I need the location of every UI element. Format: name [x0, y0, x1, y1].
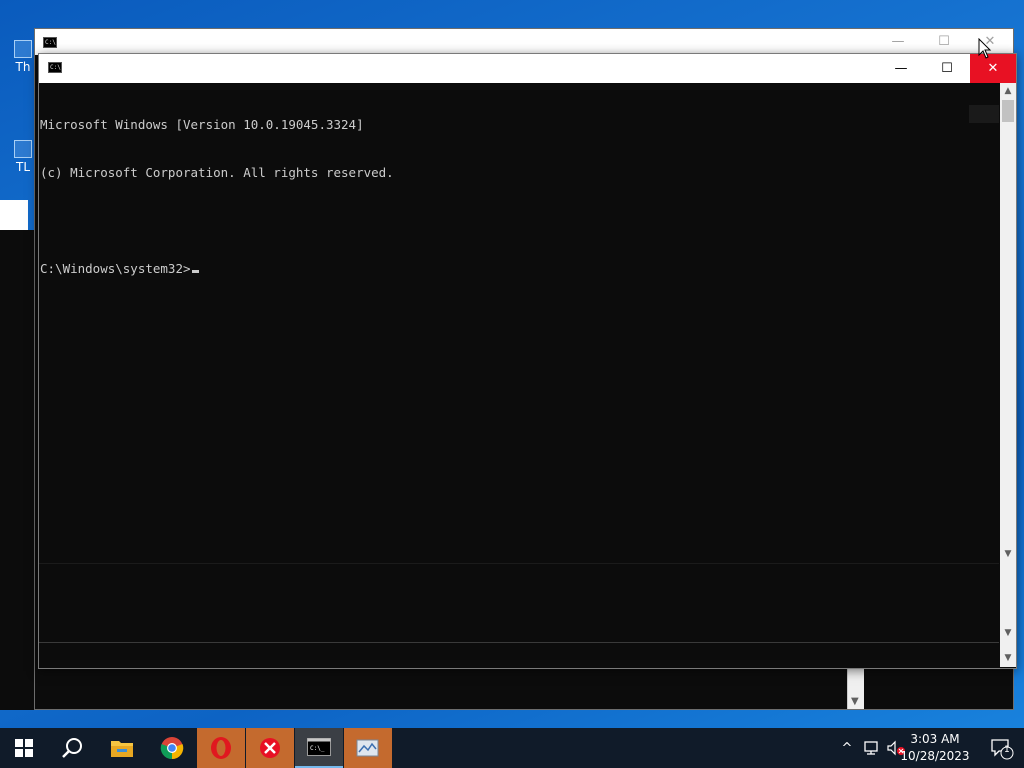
start-button[interactable]	[0, 728, 48, 768]
show-hidden-icons-button[interactable]: ^	[838, 741, 856, 756]
bg-minimize-button[interactable]: —	[875, 29, 921, 55]
shortcut-icon	[14, 40, 32, 58]
prompt-line[interactable]: C:\Windows\system32>	[40, 261, 999, 277]
cmd-icon: C:\_	[307, 738, 331, 756]
bg-maximize-button[interactable]: ☐	[921, 29, 967, 55]
command-prompt-button[interactable]: C:\_	[295, 728, 343, 768]
console-lower-pane	[39, 563, 999, 643]
search-button[interactable]	[48, 728, 96, 768]
network-icon[interactable]	[862, 740, 882, 756]
mouse-pointer-icon	[978, 38, 992, 59]
vertical-scrollbar[interactable]: ▲ ▼	[1000, 83, 1016, 563]
prompt-text: C:\Windows\system32>	[40, 261, 191, 276]
shortcut-icon	[14, 140, 32, 158]
console-line: (c) Microsoft Corporation. All rights re…	[40, 165, 394, 180]
console-output[interactable]: Microsoft Windows [Version 10.0.19045.33…	[39, 83, 999, 563]
taskbar: C:\_ ^ 3:03 AM 10/28/2023 1	[0, 728, 1024, 768]
picture-icon	[356, 739, 379, 757]
system-tray: ^	[838, 728, 906, 768]
scroll-down-arrow-icon[interactable]: ▼	[1000, 546, 1016, 563]
scroll-up-arrow-icon[interactable]: ▲	[1000, 83, 1016, 100]
folder-icon	[111, 741, 133, 757]
close-button[interactable]: ✕	[970, 54, 1016, 83]
opera-button[interactable]	[197, 728, 245, 768]
text-cursor	[191, 270, 199, 273]
svg-text:C:\_: C:\_	[310, 745, 325, 752]
bg-scrollbar[interactable]: ▼	[847, 669, 864, 709]
scrollbar-thumb[interactable]	[1002, 100, 1014, 122]
clock-time: 3:03 AM	[910, 732, 960, 746]
cmd-icon: C:\	[43, 37, 57, 48]
scroll-down-arrow-icon[interactable]: ▼	[1000, 625, 1016, 642]
image-app-button[interactable]	[344, 728, 392, 768]
minimize-button[interactable]: —	[878, 54, 924, 83]
x-app-icon	[260, 738, 280, 758]
action-center-button[interactable]: 1	[990, 738, 1014, 760]
x-app-button[interactable]	[246, 728, 294, 768]
clock-date: 10/28/2023	[900, 749, 970, 763]
cmd-window[interactable]: C:\ — ☐ ✕ Microsoft Windows [Version 10.…	[38, 53, 1017, 669]
windows-logo-icon	[15, 739, 33, 757]
console-line: Microsoft Windows [Version 10.0.19045.33…	[40, 117, 364, 132]
search-icon	[62, 738, 82, 758]
scroll-down-arrow-icon[interactable]: ▼	[1000, 650, 1016, 667]
scroll-down-arrow-icon[interactable]: ▼	[851, 696, 859, 707]
chrome-icon	[160, 737, 184, 760]
background-title-bar[interactable]: C:\ — ☐ ✕	[35, 29, 1013, 55]
console-marker	[969, 105, 999, 123]
maximize-button[interactable]: ☐	[924, 54, 970, 83]
file-explorer-button[interactable]	[98, 728, 146, 768]
bottom-scrollbar[interactable]: ▼	[1000, 642, 1016, 667]
clock[interactable]: 3:03 AM 10/28/2023	[900, 731, 970, 765]
background-app-strip	[0, 200, 28, 230]
console-bottom-pane	[39, 642, 999, 668]
cmd-icon: C:\	[48, 62, 62, 73]
chrome-button[interactable]	[148, 728, 196, 768]
title-bar[interactable]: C:\ — ☐ ✕	[39, 54, 1016, 83]
notification-count: 1	[1004, 745, 1010, 755]
background-app-region	[0, 230, 36, 710]
opera-icon	[211, 737, 231, 759]
notification-icon	[991, 739, 1014, 760]
lower-vertical-scrollbar[interactable]: ▼	[1000, 563, 1016, 642]
